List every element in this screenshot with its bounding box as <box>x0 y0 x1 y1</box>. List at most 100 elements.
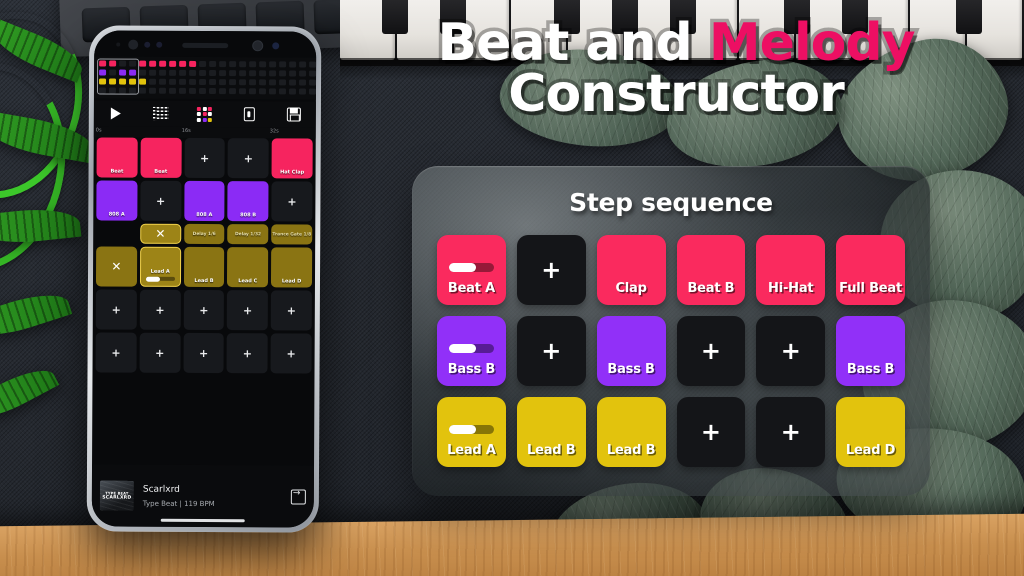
sequencer-pad[interactable]: 808 B <box>227 181 269 222</box>
add-pad-button[interactable]: + <box>139 332 181 373</box>
sequencer-pad[interactable]: Lead B <box>183 246 225 288</box>
home-indicator <box>160 518 245 523</box>
trash-icon[interactable] <box>238 106 260 122</box>
title-line-2: Constructor <box>505 63 848 124</box>
sound-pad[interactable]: Beat A <box>437 235 506 305</box>
pad-label: Clap <box>615 281 647 296</box>
sequencer-pad[interactable]: Trance Gate 1/8 <box>271 224 313 245</box>
add-pad-button[interactable]: + <box>227 138 269 179</box>
sound-pad[interactable]: Clap <box>596 235 666 305</box>
add-pad-button[interactable]: + <box>516 316 586 386</box>
pad-slider[interactable] <box>145 276 175 282</box>
sequencer-pad[interactable]: 808 A <box>183 180 225 222</box>
minimap-dot <box>139 69 147 76</box>
add-pad-button[interactable]: + <box>95 289 137 330</box>
add-pad-button[interactable]: + <box>270 290 312 331</box>
add-pad-button[interactable]: + <box>756 397 826 467</box>
album-art-line2: SCARLXRD <box>102 494 132 501</box>
minimap-dot <box>299 61 307 68</box>
lead-row: ✕ Lead A Lead B Lead C Lead D <box>95 246 313 288</box>
sound-pad[interactable]: Full Beat <box>836 235 905 305</box>
minimap-dot <box>308 88 316 95</box>
waveform-icon[interactable] <box>149 106 171 122</box>
minimap-dot <box>189 78 197 85</box>
add-pad-button[interactable]: + <box>184 137 226 179</box>
pattern-minimap[interactable] <box>93 56 317 100</box>
phone-screen: 0s 16s 32s Beat Beat + + Hat Clap 808 A +808 A8… <box>91 30 317 528</box>
minimap-dot <box>138 87 147 94</box>
slider-knob[interactable] <box>449 263 476 272</box>
sequencer-pad[interactable]: Beat <box>96 137 138 178</box>
play-icon[interactable] <box>105 105 127 121</box>
add-pad-button[interactable]: + <box>183 289 225 331</box>
export-icon[interactable] <box>290 488 306 505</box>
sequencer-pad[interactable]: Delay 1/6 <box>183 223 225 245</box>
sequencer-pad[interactable]: Lead D <box>271 247 313 288</box>
sequencer-pad-selected[interactable]: Lead A <box>139 246 181 287</box>
minimap-dot <box>179 69 187 76</box>
add-pad-button[interactable]: + <box>676 316 746 386</box>
minimap-dot <box>119 60 127 67</box>
sequencer-pad[interactable]: Lead C <box>227 247 269 288</box>
sound-pad[interactable]: Lead B <box>596 397 666 467</box>
minimap-dot <box>249 70 257 77</box>
plus-icon: + <box>155 346 165 360</box>
add-pad-button[interactable]: + <box>183 332 225 374</box>
minimap-dot <box>239 79 247 86</box>
slider-knob[interactable] <box>449 344 476 353</box>
add-pad-button[interactable]: + <box>139 289 181 330</box>
sequencer-pad[interactable]: Hat Clap <box>271 138 313 179</box>
add-pad-button[interactable]: + <box>676 397 746 467</box>
minimap-dot <box>258 88 266 95</box>
minimap-dot <box>139 78 147 85</box>
minimap-dot <box>228 88 236 95</box>
add-pad-button[interactable]: + <box>756 316 826 386</box>
minimap-dot <box>119 69 127 76</box>
pad-slider[interactable] <box>449 425 494 434</box>
pad-slider[interactable] <box>449 263 494 272</box>
sequencer-pad[interactable]: 808 A <box>96 180 138 221</box>
empty-row: + + + + + <box>95 332 312 374</box>
sequencer-row: 808 A +808 A 808 B + <box>96 180 313 222</box>
sound-pad[interactable]: Lead D <box>836 397 905 467</box>
add-pad-button[interactable]: + <box>95 332 137 373</box>
pad-label: Hat Clap <box>280 169 305 176</box>
slider-knob[interactable] <box>449 425 476 434</box>
sound-pad[interactable]: Beat B <box>676 235 746 305</box>
sequencer-pad[interactable]: Beat <box>140 137 182 178</box>
sound-pad[interactable]: Bass B <box>836 316 905 386</box>
minimap-dot <box>188 87 197 94</box>
add-pad-button[interactable]: + <box>226 333 268 374</box>
minimap-dot <box>279 61 287 68</box>
plus-icon: + <box>286 303 297 317</box>
plus-icon: + <box>780 418 801 446</box>
plus-icon: + <box>198 346 209 360</box>
page-title: Beat and Melody Constructor <box>418 14 934 124</box>
pad-label: Bass B <box>607 362 655 377</box>
add-pad-button[interactable]: + <box>270 333 312 374</box>
track-player-bar[interactable]: TYPE BEAT SCARLXRD Scarlxrd Type Beat | … <box>91 464 315 528</box>
slider-knob[interactable] <box>145 276 160 282</box>
save-icon[interactable] <box>283 106 305 122</box>
add-pad-button[interactable]: + <box>516 235 586 305</box>
add-pad-button[interactable]: + <box>140 180 182 221</box>
sensor-dot <box>116 42 121 47</box>
pad-slider[interactable] <box>449 344 494 353</box>
pad-label: Lead D <box>845 443 896 458</box>
clear-pad-button[interactable]: ✕ <box>95 246 137 287</box>
sound-pad[interactable]: Lead B <box>516 397 586 467</box>
sound-pad[interactable]: Lead A <box>437 397 506 467</box>
sequencer-pad-selected[interactable]: ✕ <box>139 223 181 244</box>
add-pad-button[interactable]: + <box>227 290 269 331</box>
track-title: Scarlxrd <box>142 484 180 495</box>
sequencer-pad[interactable]: Delay 1/32 <box>227 224 269 245</box>
minimap-dot <box>178 87 187 94</box>
sound-pad[interactable]: Bass B <box>596 316 666 386</box>
spacer-cell <box>96 223 137 243</box>
minimap-dot <box>199 69 207 77</box>
plus-icon: + <box>155 303 165 317</box>
sound-pad[interactable]: Bass B <box>437 316 506 386</box>
grid-icon[interactable] <box>194 106 216 122</box>
add-pad-button[interactable]: + <box>271 181 313 222</box>
sound-pad[interactable]: Hi-Hat <box>756 235 826 305</box>
